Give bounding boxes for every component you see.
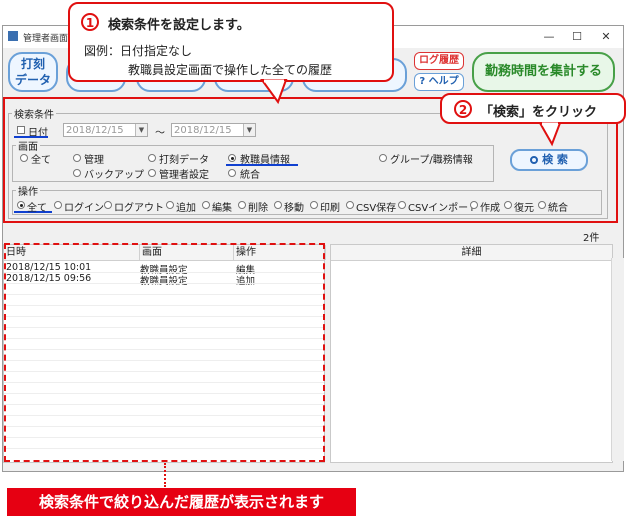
op-option-label: 移動	[284, 203, 304, 214]
callout-step2: 2 「検索」をクリック	[440, 93, 626, 124]
search-group-label: 検索条件	[12, 106, 56, 121]
radio-op-3[interactable]	[166, 201, 174, 209]
radio-screen-admin[interactable]	[73, 154, 81, 162]
radio-screen-punch[interactable]	[148, 154, 156, 162]
result-banner: 検索条件で絞り込んだ履歴が表示されます	[7, 488, 356, 516]
radio-screen-all[interactable]	[20, 154, 28, 162]
callout1-line1: 図例：日付指定なし	[84, 44, 193, 58]
operation-options: 全て ログイン ログアウト 追加 編集 削除 移動 印刷 CSV保存 CSVインポート 作成 復元 統合	[17, 199, 602, 214]
radio-screen-staff[interactable]	[228, 154, 236, 162]
radio-op-8[interactable]	[346, 201, 354, 209]
callout-step1: 1 検索条件を設定します。 図例：日付指定なし 教職員設定画面で操作した全ての履…	[68, 2, 394, 82]
step1-number: 1	[81, 13, 99, 31]
radio-op-2[interactable]	[104, 201, 112, 209]
punch-label-line1: 打刻	[20, 57, 45, 71]
app-icon	[8, 31, 18, 41]
date-to-field[interactable]: 2018/12/15 ▼	[171, 123, 256, 137]
op-option-label: CSV保存	[356, 203, 397, 214]
chevron-down-icon[interactable]: ▼	[135, 124, 147, 136]
radio-op-0[interactable]	[17, 201, 25, 209]
results-highlight	[4, 243, 325, 462]
op-option-label: 印刷	[320, 203, 340, 214]
chevron-down-icon[interactable]: ▼	[243, 124, 255, 136]
close-button[interactable]: ✕	[598, 29, 614, 45]
window-title: 管理者画面	[23, 34, 69, 44]
search-icon	[530, 156, 539, 164]
callout2-text: 「検索」をクリック	[480, 105, 598, 120]
detail-header: 詳細	[331, 245, 612, 261]
screen-option-all: 全て	[31, 155, 51, 166]
screen-option-merge: 統合	[240, 170, 260, 181]
search-button[interactable]: 検 索	[510, 149, 588, 171]
date-to-value: 2018/12/15	[174, 125, 232, 136]
date-range-separator: ～	[155, 128, 165, 139]
screen-option-backup: バックアップ	[84, 170, 144, 181]
screen-option-punch: 打刻データ	[159, 155, 209, 166]
operation-group-label: 操作	[16, 183, 40, 198]
radio-op-10[interactable]	[470, 201, 478, 209]
radio-op-6[interactable]	[274, 201, 282, 209]
maximize-button[interactable]: ☐	[569, 29, 585, 45]
detail-pane: 詳細	[330, 244, 613, 463]
op-option-label: 編集	[212, 203, 232, 214]
minimize-button[interactable]: —	[541, 29, 557, 45]
op-option-label: 作成	[480, 203, 500, 214]
screen-option-admin-settings: 管理者設定	[159, 170, 209, 181]
detail-header-label: 詳細	[461, 247, 482, 258]
punch-label-line2: データ	[14, 73, 51, 87]
op-option-label: ログイン	[64, 203, 104, 214]
search-button-label: 検 索	[542, 153, 568, 166]
radio-screen-admin-settings[interactable]	[148, 169, 156, 177]
vertical-scrollbar[interactable]	[611, 258, 624, 461]
radio-op-12[interactable]	[538, 201, 546, 209]
screen-option-admin: 管理	[84, 155, 104, 166]
step2-number: 2	[454, 100, 472, 118]
callout1-line2: 教職員設定画面で操作した全ての履歴	[128, 63, 333, 77]
callout1-pointer	[260, 79, 288, 105]
date-from-field[interactable]: 2018/12/15 ▼	[63, 123, 148, 137]
callout2-pointer	[538, 122, 562, 147]
punch-data-button[interactable]: 打刻 データ	[8, 52, 58, 92]
radio-op-4[interactable]	[202, 201, 210, 209]
screen-option-group: グループ/職務情報	[390, 155, 473, 166]
date-from-value: 2018/12/15	[66, 125, 124, 136]
op-option-label: 統合	[548, 203, 568, 214]
radio-op-9[interactable]	[398, 201, 406, 209]
radio-op-5[interactable]	[238, 201, 246, 209]
log-history-button[interactable]: ログ履歴	[414, 52, 464, 70]
date-checkbox[interactable]	[17, 126, 25, 134]
banner-connector	[164, 463, 166, 487]
radio-screen-backup[interactable]	[73, 169, 81, 177]
summary-button[interactable]: 勤務時間を集計する	[472, 52, 615, 92]
help-button[interactable]: ? ヘルプ	[414, 73, 464, 91]
staff-underline	[226, 164, 298, 166]
op-option-label: 追加	[176, 203, 196, 214]
radio-op-7[interactable]	[310, 201, 318, 209]
callout1-title: 検索条件を設定します。	[108, 18, 250, 33]
radio-screen-group[interactable]	[379, 154, 387, 162]
radio-screen-merge[interactable]	[228, 169, 236, 177]
op-option-label: 全て	[27, 203, 47, 214]
result-count: 2件	[583, 233, 600, 244]
op-option-label: 復元	[514, 203, 534, 214]
op-option-label: 削除	[248, 203, 268, 214]
radio-op-1[interactable]	[54, 201, 62, 209]
radio-op-11[interactable]	[504, 201, 512, 209]
op-option-label: CSVインポート	[408, 203, 479, 214]
op-option-label: ログアウト	[114, 203, 164, 214]
